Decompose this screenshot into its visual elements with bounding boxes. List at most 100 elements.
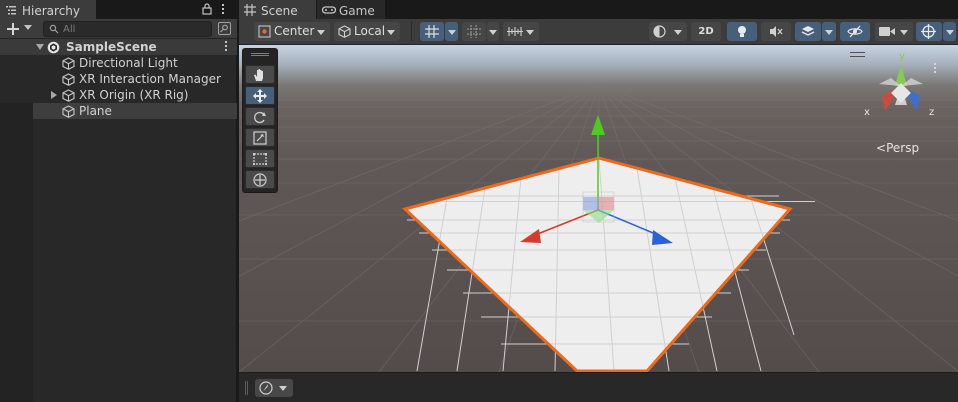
viewport-kebab-icon[interactable] [934,63,936,75]
scene-toolbar: Center Local 2D [239,19,958,45]
tab-game-label: Game [339,4,375,18]
transform-tool-button[interactable] [245,170,275,189]
orientation-gizmo[interactable]: y x z [864,51,934,118]
effects-layers-icon [801,26,815,36]
audio-muted-icon [770,26,783,37]
rotate-tool-button[interactable] [245,107,275,126]
gizmo-axis-x: x [864,107,870,118]
tab-scene[interactable]: Scene [239,0,316,19]
ruler-icon [507,27,523,36]
gameobject-cube-icon [62,57,75,70]
gizmo-axis-z: z [929,107,934,118]
tab-hierarchy[interactable]: Hierarchy [0,0,96,19]
overlay-grip[interactable] [245,381,248,395]
scene-kebab-icon[interactable] [225,41,228,53]
view-tool-button[interactable] [245,65,275,84]
chevron-down-icon [825,30,833,35]
chevron-down-icon [674,30,682,35]
orientation-dropdown[interactable] [255,379,293,397]
hierarchy-tabbar: Hierarchy [0,0,236,19]
item-label: XR Origin (XR Rig) [79,88,189,102]
unity-editor: Hierarchy SampleScene [0,0,958,402]
list-item-selected[interactable]: Plane [0,103,237,119]
list-item[interactable]: XR Interaction Manager [0,71,237,87]
tools-overlay [242,48,278,193]
hierarchy-gutter [0,103,33,402]
eye-hidden-icon [847,25,863,38]
snap-increment-icon [467,25,481,38]
audio-toggle[interactable] [761,22,791,41]
expand-arrow-icon[interactable] [36,44,44,50]
rotate-icon [254,111,266,124]
transform-combo-icon [253,173,267,187]
add-object-button[interactable] [5,20,35,37]
scene-visibility-toggle[interactable] [840,22,870,41]
rect-transform-icon [253,153,267,165]
move-tool-button[interactable] [245,86,275,105]
plus-icon [7,23,19,35]
scene-row[interactable]: SampleScene [0,39,237,55]
hierarchy-tree: SampleScene Directional Light XR Interac… [0,39,237,119]
projection-toggle[interactable]: <Persp [876,141,919,155]
unity-scene-icon [47,41,60,54]
chevron-down-icon [279,386,287,391]
expand-arrow-icon[interactable] [51,91,57,99]
item-label: Plane [79,104,112,118]
lock-icon[interactable] [202,3,212,15]
effects-menu[interactable] [822,22,836,41]
scale-tool-button[interactable] [245,128,275,147]
list-icon [6,6,16,15]
shading-mode-dropdown[interactable] [649,22,687,41]
camera-icon [879,27,895,36]
toolbar-divider [411,22,412,41]
pivot-rotation-dropdown[interactable]: Local [334,22,400,41]
chevron-down-icon [387,30,395,35]
gizmos-toggle[interactable] [916,22,942,41]
chevron-down-icon [946,30,954,35]
search-by-type-button[interactable] [218,22,231,35]
list-item[interactable]: Directional Light [0,55,237,71]
search-filter-icon [220,24,228,33]
gameobject-cube-icon [62,89,75,102]
tab-game[interactable]: Game [317,0,385,19]
chevron-down-icon [448,30,456,35]
scene-tabbar: Scene Game [239,0,958,19]
kebab-menu-icon[interactable] [222,4,225,16]
scene-panel: Scene Game Center Local 2D y x z <Persp [239,0,958,402]
item-label: XR Interaction Manager [79,72,221,86]
pivot-mode-dropdown[interactable]: Center [254,22,330,41]
ruler-dropdown[interactable] [503,22,539,41]
scene-name: SampleScene [66,40,157,54]
projection-label: Persp [886,141,920,155]
overlay-menu-icon[interactable] [850,52,865,57]
chevron-down-icon [24,25,32,30]
overlay-grip[interactable] [251,53,269,56]
hierarchy-search[interactable] [43,21,212,37]
grid-snap-menu[interactable] [445,22,458,41]
gizmo-sphere-icon [921,24,936,39]
grid-snap-toggle[interactable] [420,22,444,41]
gamepad-icon [322,6,336,14]
pivot-center-icon [258,25,271,38]
hierarchy-panel: Hierarchy SampleScene [0,0,237,402]
scene-geometry: y x z [239,51,958,372]
gizmo-axis-y: y [899,51,905,62]
toggle-2d-button[interactable]: 2D [691,22,721,41]
camera-settings-dropdown[interactable] [875,22,913,41]
gizmos-menu[interactable] [943,22,956,41]
search-input[interactable] [63,22,208,36]
lighting-toggle[interactable] [727,22,757,41]
rect-tool-button[interactable] [245,149,275,168]
hand-icon [254,69,263,81]
pivot-rotation-label: Local [354,24,386,38]
scene-viewport[interactable]: y x z <Persp [239,45,958,372]
chevron-down-icon [489,30,497,35]
increment-snap-menu[interactable] [487,22,499,41]
scale-icon [253,131,267,145]
gameobject-cube-icon [62,73,75,86]
list-item[interactable]: XR Origin (XR Rig) [0,87,237,103]
increment-snap-toggle[interactable] [462,22,486,41]
gameobject-cube-icon [62,105,75,118]
effects-toggle[interactable] [795,22,821,41]
item-label: Directional Light [79,56,178,70]
